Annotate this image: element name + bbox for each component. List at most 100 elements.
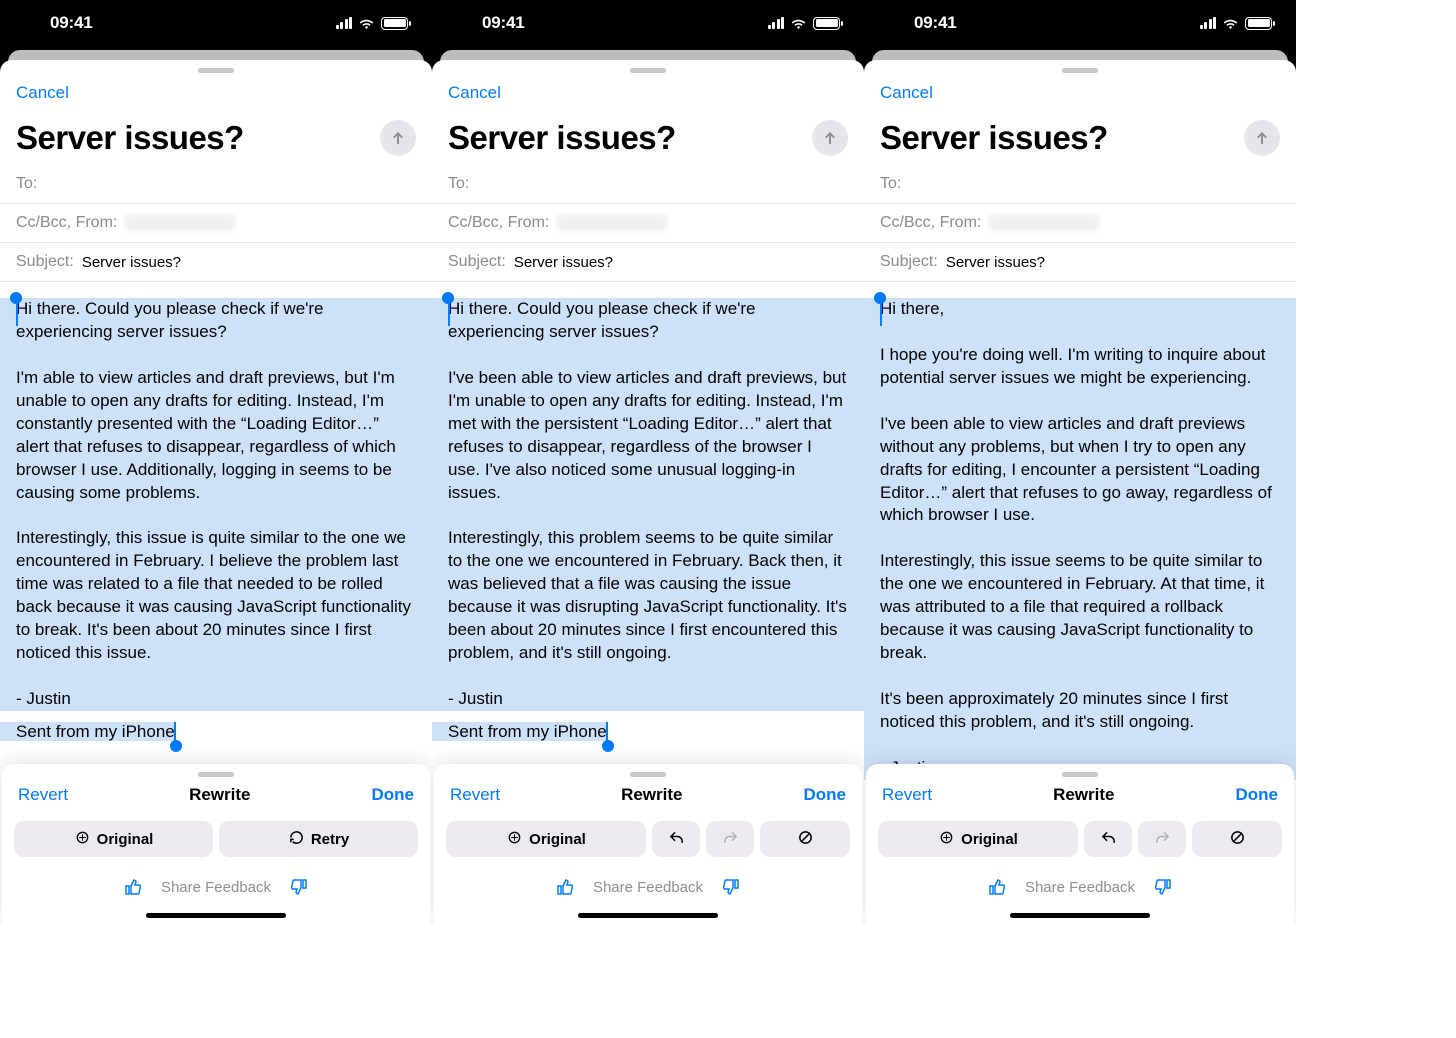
cancel-button[interactable]: Cancel bbox=[880, 79, 933, 107]
battery-icon bbox=[813, 17, 840, 30]
field-row[interactable]: To: bbox=[0, 165, 432, 204]
wifi-icon bbox=[1222, 17, 1239, 30]
field-label: Subject: bbox=[880, 253, 938, 271]
selection-handle-end[interactable] bbox=[170, 740, 182, 752]
thumbs-up-button[interactable] bbox=[987, 877, 1007, 897]
phone-pane-2: 09:41 Cancel Server issues? To: Cc/Bcc, F… bbox=[432, 0, 864, 924]
status-time: 09:41 bbox=[482, 13, 524, 33]
revert-button[interactable]: Revert bbox=[18, 785, 68, 805]
selected-text[interactable]: Hi there. Could you please check if we'r… bbox=[432, 298, 864, 711]
status-icons bbox=[768, 17, 841, 30]
compose-title: Server issues? bbox=[448, 119, 676, 157]
undo-button[interactable] bbox=[652, 821, 700, 857]
sparkle-icon bbox=[938, 829, 955, 850]
selection-handle-start[interactable] bbox=[874, 292, 886, 304]
revert-button[interactable]: Revert bbox=[882, 785, 932, 805]
send-button[interactable] bbox=[1244, 120, 1280, 156]
signature: Sent from my iPhone bbox=[448, 721, 848, 744]
status-bar: 09:41 bbox=[864, 0, 1296, 50]
original-button[interactable]: Original bbox=[878, 821, 1078, 857]
selected-text[interactable]: Hi there, I hope you're doing well. I'm … bbox=[864, 298, 1296, 780]
sheet-grabber[interactable] bbox=[198, 68, 234, 73]
revert-button[interactable]: Revert bbox=[450, 785, 500, 805]
thumbs-up-button[interactable] bbox=[123, 877, 143, 897]
field-row[interactable]: Subject:Server issues? bbox=[864, 243, 1296, 282]
field-row[interactable]: Cc/Bcc, From: bbox=[0, 204, 432, 243]
field-row[interactable]: Subject: Server issues? bbox=[432, 243, 864, 282]
thumbs-down-button[interactable] bbox=[721, 877, 741, 897]
thumbs-up-button[interactable] bbox=[555, 877, 575, 897]
share-feedback-label[interactable]: Share Feedback bbox=[161, 879, 271, 896]
selection-handle-end[interactable] bbox=[602, 740, 614, 752]
done-button[interactable]: Done bbox=[1236, 785, 1279, 805]
cancel-button[interactable]: Cancel bbox=[448, 79, 501, 107]
retry-icon bbox=[288, 829, 305, 850]
sparkle-icon bbox=[74, 829, 91, 850]
home-indicator[interactable] bbox=[146, 913, 286, 918]
home-indicator[interactable] bbox=[578, 913, 718, 918]
redo-icon bbox=[722, 829, 739, 850]
field-label: To: bbox=[880, 175, 901, 193]
from-address-redacted bbox=[989, 215, 1099, 231]
cancel-icon bbox=[797, 829, 814, 850]
status-time: 09:41 bbox=[914, 13, 956, 33]
thumbs-down-button[interactable] bbox=[289, 877, 309, 897]
discard-button[interactable] bbox=[760, 821, 850, 857]
field-label: Cc/Bcc, From: bbox=[880, 214, 981, 232]
rewrite-panel: Revert Rewrite Done Original Share Feedb… bbox=[434, 764, 862, 924]
from-address-redacted bbox=[125, 215, 235, 231]
field-row[interactable]: To: bbox=[432, 165, 864, 204]
field-label: Cc/Bcc, From: bbox=[448, 214, 549, 232]
send-button[interactable] bbox=[812, 120, 848, 156]
subject-value: Server issues? bbox=[514, 254, 613, 271]
original-button[interactable]: Original bbox=[446, 821, 646, 857]
redo-button bbox=[1138, 821, 1186, 857]
phone-pane-1: 09:41 Cancel Server issues? To:Cc/Bcc, F… bbox=[0, 0, 432, 924]
retry-button[interactable]: Retry bbox=[219, 821, 418, 857]
rewrite-title: Rewrite bbox=[189, 785, 250, 805]
home-indicator[interactable] bbox=[1010, 913, 1150, 918]
undo-icon bbox=[1100, 829, 1117, 850]
rewrite-title: Rewrite bbox=[1053, 785, 1114, 805]
field-label: Cc/Bcc, From: bbox=[16, 214, 117, 232]
rewrite-toolbar: Original Retry bbox=[2, 821, 430, 857]
send-button[interactable] bbox=[380, 120, 416, 156]
field-label: Subject: bbox=[16, 253, 74, 271]
cancel-button[interactable]: Cancel bbox=[16, 79, 69, 107]
selection-handle-start[interactable] bbox=[10, 292, 22, 304]
cellular-icon bbox=[336, 17, 353, 29]
done-button[interactable]: Done bbox=[372, 785, 415, 805]
share-feedback-label[interactable]: Share Feedback bbox=[1025, 879, 1135, 896]
cellular-icon bbox=[768, 17, 785, 29]
undo-icon bbox=[668, 829, 685, 850]
rewrite-toolbar: Original bbox=[434, 821, 862, 857]
thumbs-down-button[interactable] bbox=[1153, 877, 1173, 897]
cellular-icon bbox=[1200, 17, 1217, 29]
selection-handle-start[interactable] bbox=[442, 292, 454, 304]
rewrite-toolbar: Original bbox=[866, 821, 1294, 857]
sparkle-icon bbox=[506, 829, 523, 850]
wifi-icon bbox=[358, 17, 375, 30]
discard-button[interactable] bbox=[1192, 821, 1282, 857]
selected-text[interactable]: Hi there. Could you please check if we'r… bbox=[0, 298, 432, 711]
phone-pane-3: 09:41 Cancel Server issues? To:Cc/Bcc, F… bbox=[864, 0, 1296, 924]
field-label: Subject: bbox=[448, 253, 506, 271]
sheet-grabber[interactable] bbox=[1062, 68, 1098, 73]
redo-icon bbox=[1154, 829, 1171, 850]
feedback-row: Share Feedback bbox=[2, 857, 430, 903]
undo-button[interactable] bbox=[1084, 821, 1132, 857]
field-row[interactable]: Subject: Server issues? bbox=[0, 243, 432, 282]
field-row[interactable]: To: bbox=[864, 165, 1296, 204]
sheet-grabber[interactable] bbox=[630, 68, 666, 73]
battery-icon bbox=[381, 17, 408, 30]
status-icons bbox=[336, 17, 409, 30]
share-feedback-label[interactable]: Share Feedback bbox=[593, 879, 703, 896]
field-row[interactable]: Cc/Bcc, From: bbox=[864, 204, 1296, 243]
rewrite-panel: Revert Rewrite Done Original Retry Share… bbox=[2, 764, 430, 924]
subject-value: Server issues? bbox=[82, 254, 181, 271]
feedback-row: Share Feedback bbox=[866, 857, 1294, 903]
field-row[interactable]: Cc/Bcc, From: bbox=[432, 204, 864, 243]
original-button[interactable]: Original bbox=[14, 821, 213, 857]
done-button[interactable]: Done bbox=[804, 785, 847, 805]
cancel-icon bbox=[1229, 829, 1246, 850]
